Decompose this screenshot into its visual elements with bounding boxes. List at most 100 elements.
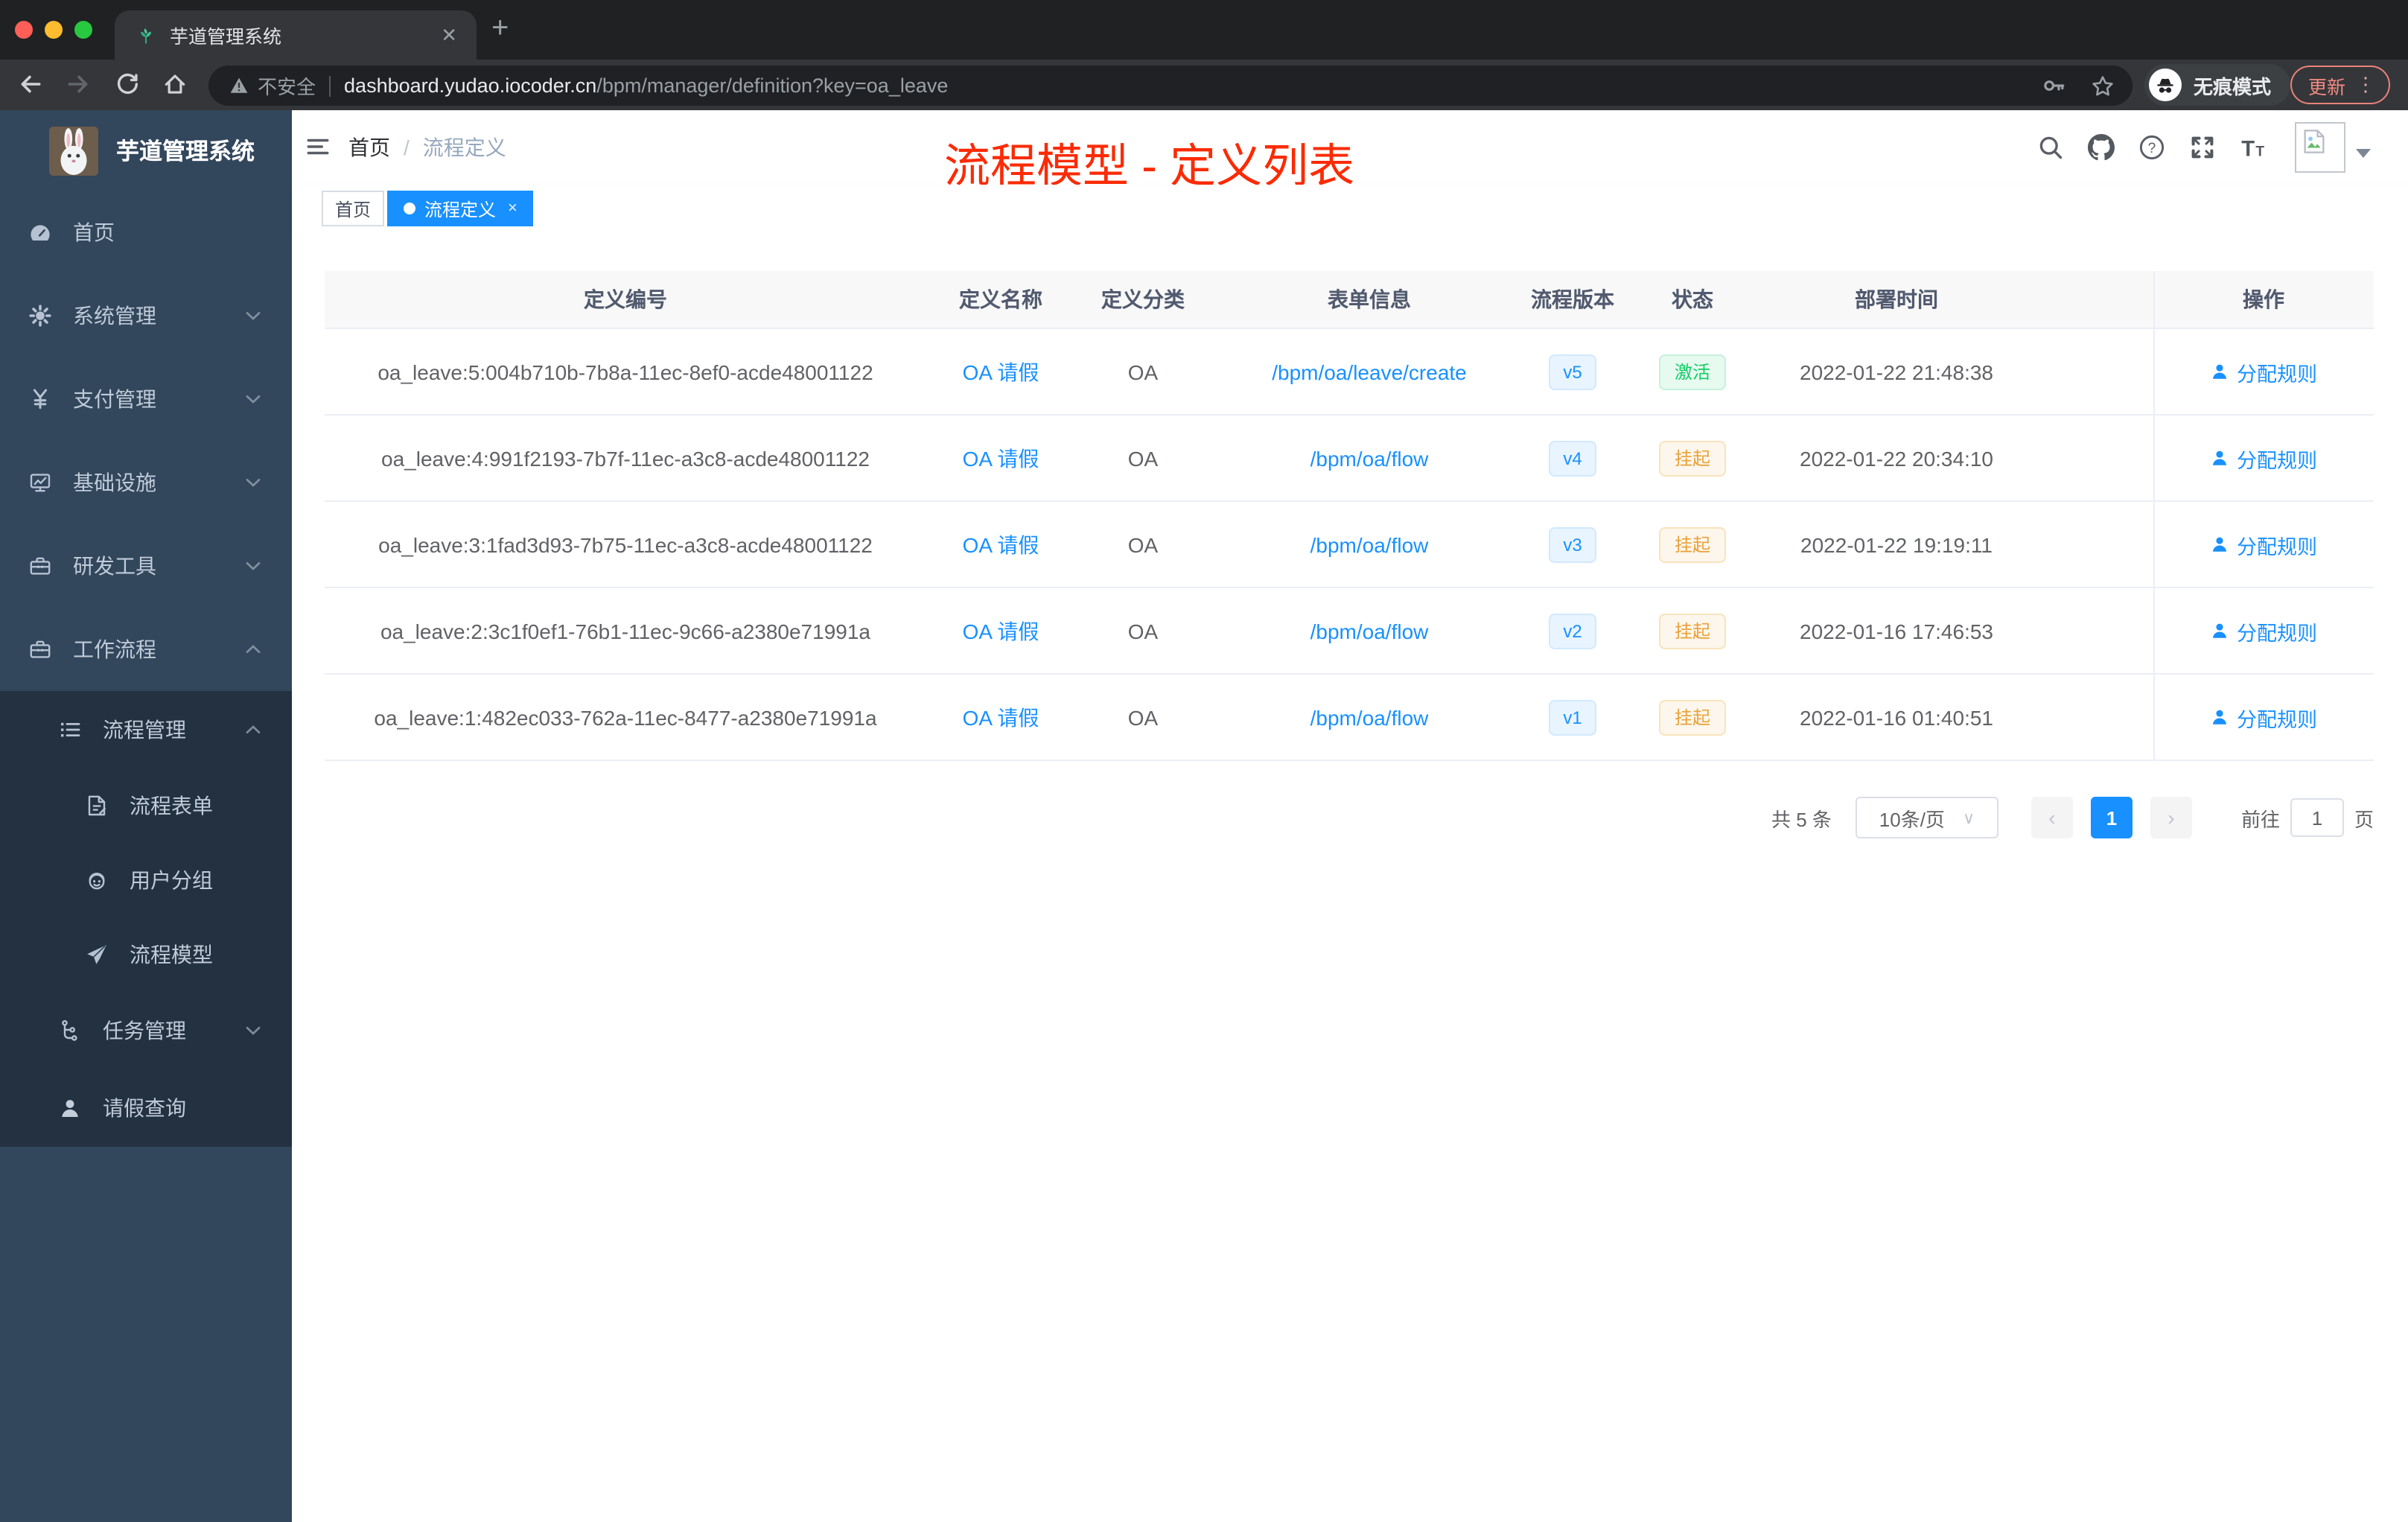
definition-table: 定义编号 定义名称 定义分类 表单信息 流程版本 状态 部署时间 操作 oa_l…: [325, 271, 2374, 761]
github-icon[interactable]: [2088, 134, 2115, 161]
home-icon[interactable]: [162, 71, 188, 97]
sidebar-item-label: 首页: [73, 220, 115, 244]
avatar-caret-icon[interactable]: [2356, 149, 2371, 158]
goto-page-input[interactable]: [2290, 798, 2344, 837]
robot-icon: [85, 868, 109, 892]
forward-icon[interactable]: [66, 71, 91, 97]
app-title: 芋道管理系统: [116, 140, 255, 165]
sidebar-item-workflow[interactable]: 工作流程: [0, 608, 292, 691]
tab-close-icon[interactable]: ✕: [436, 23, 462, 47]
page-size-select[interactable]: 10条/页 ∨: [1855, 797, 1998, 838]
reload-icon[interactable]: [115, 71, 140, 97]
fixed-column-divider: [2153, 271, 2155, 761]
hamburger-icon[interactable]: [305, 134, 331, 159]
tag-process-definition[interactable]: 流程定义 ×: [387, 191, 534, 226]
active-dot-icon: [404, 203, 415, 214]
col-header: 状态: [1672, 287, 1713, 311]
pagination: 共 5 条 10条/页 ∨ ‹ 1 › 前往 页: [1771, 797, 2374, 838]
sidebar-item-leave-query[interactable]: 请假查询: [0, 1069, 292, 1147]
assign-rule-link[interactable]: 分配规则: [2210, 702, 2317, 732]
help-icon[interactable]: ?: [2138, 134, 2165, 161]
table-header-row: 定义编号 定义名称 定义分类 表单信息 流程版本 状态 部署时间 操作: [325, 271, 2374, 329]
window-minimize-button[interactable]: [45, 21, 63, 39]
table-row: oa_leave:2:3c1f0ef1-76b1-11ec-9c66-a2380…: [325, 588, 2374, 675]
list-icon: [58, 718, 82, 742]
password-key-icon[interactable]: [2042, 73, 2067, 98]
app-logo: 芋道管理系统: [0, 110, 292, 191]
definition-category: OA: [1127, 532, 1159, 556]
sidebar-item-process-model[interactable]: 流程模型: [0, 917, 292, 992]
window-close-button[interactable]: [15, 21, 33, 39]
definition-category: OA: [1127, 705, 1159, 729]
svg-text:?: ?: [2148, 141, 2156, 156]
breadcrumb: 首页 / 流程定义: [348, 110, 506, 185]
dashboard-icon: [28, 220, 52, 244]
address-bar[interactable]: 不安全 dashboard.yudao.iocoder.cn/bpm/manag…: [208, 66, 2133, 106]
sidebar-item-label: 研发工具: [73, 554, 156, 578]
deploy-time: 2022-01-16 17:46:53: [1800, 619, 1993, 643]
assign-rule-link[interactable]: 分配规则: [2210, 357, 2317, 386]
assign-rule-link[interactable]: 分配规则: [2210, 443, 2317, 473]
browser-tabstrip: 芋道管理系统 ✕ +: [0, 0, 2408, 60]
search-icon[interactable]: [2037, 134, 2064, 161]
table-row: oa_leave:1:482ec033-762a-11ec-8477-a2380…: [325, 675, 2374, 761]
definition-name-link[interactable]: OA 请假: [963, 360, 1039, 383]
definition-id: oa_leave:5:004b710b-7b8a-11ec-8ef0-acde4…: [378, 360, 873, 383]
status-badge: 挂起: [1659, 699, 1725, 735]
form-link[interactable]: /bpm/oa/flow: [1310, 619, 1429, 643]
definition-name-link[interactable]: OA 请假: [963, 705, 1039, 729]
text-size-icon[interactable]: TT: [2240, 134, 2267, 161]
sidebar-item-payment[interactable]: 支付管理: [0, 357, 292, 441]
chevron-up-icon: [241, 637, 265, 661]
browser-update-button[interactable]: 更新 ⋮: [2290, 66, 2391, 104]
col-header: 表单信息: [1328, 287, 1411, 311]
sidebar-item-label: 基础设施: [73, 471, 156, 494]
assign-rule-link[interactable]: 分配规则: [2210, 616, 2317, 646]
definition-id: oa_leave:2:3c1f0ef1-76b1-11ec-9c66-a2380…: [380, 619, 870, 643]
form-link[interactable]: /bpm/oa/flow: [1310, 532, 1429, 556]
tag-home[interactable]: 首页: [322, 191, 385, 226]
sidebar-item-home[interactable]: 首页: [0, 191, 292, 274]
definition-name-link[interactable]: OA 请假: [963, 619, 1039, 643]
form-icon: [85, 794, 109, 818]
bookmark-star-icon[interactable]: [2091, 74, 2115, 98]
tag-close-icon[interactable]: ×: [508, 200, 517, 217]
new-tab-button[interactable]: +: [491, 12, 509, 46]
assign-rule-link[interactable]: 分配规则: [2210, 529, 2317, 559]
definition-name-link[interactable]: OA 请假: [963, 446, 1039, 470]
fullscreen-icon[interactable]: [2189, 134, 2216, 161]
form-link[interactable]: /bpm/oa/flow: [1310, 705, 1429, 729]
security-label: 不安全: [258, 76, 316, 98]
sidebar-item-process-form[interactable]: 流程表单: [0, 768, 292, 843]
back-icon[interactable]: [18, 71, 43, 97]
page-content: 定义编号 定义名称 定义分类 表单信息 流程版本 状态 部署时间 操作 oa_l…: [292, 234, 2408, 1522]
logo-avatar: [49, 126, 98, 175]
definition-category: OA: [1127, 360, 1159, 383]
definition-name-link[interactable]: OA 请假: [963, 532, 1039, 556]
tab-title: 芋道管理系统: [170, 27, 282, 48]
sidebar-item-process-management[interactable]: 流程管理: [0, 691, 292, 768]
browser-toolbar: 不安全 dashboard.yudao.iocoder.cn/bpm/manag…: [0, 60, 2408, 110]
sidebar-item-infrastructure[interactable]: 基础设施: [0, 441, 292, 524]
next-page-button[interactable]: ›: [2150, 797, 2192, 838]
breadcrumb-home[interactable]: 首页: [348, 133, 390, 162]
svg-text:T: T: [2241, 137, 2255, 161]
form-link[interactable]: /bpm/oa/flow: [1310, 446, 1429, 470]
chevron-down-icon: [241, 1019, 265, 1042]
sidebar-item-devtools[interactable]: 研发工具: [0, 524, 292, 608]
prev-page-button[interactable]: ‹: [2030, 797, 2073, 838]
app-header: 首页 / 流程定义 流程模型 - 定义列表 ? TT: [292, 110, 2408, 191]
sidebar-menu: 首页 系统管理 支付管理 基础设施 研发工具 工作流程 流程管理 流程表单 用户…: [0, 191, 292, 1147]
browser-tab[interactable]: 芋道管理系统 ✕: [115, 10, 477, 60]
deploy-time: 2022-01-22 20:34:10: [1800, 446, 1993, 470]
version-badge: v3: [1548, 526, 1597, 562]
form-link[interactable]: /bpm/oa/leave/create: [1272, 360, 1467, 383]
avatar[interactable]: [2295, 122, 2345, 173]
sidebar-item-label: 工作流程: [73, 637, 156, 661]
sidebar-item-task-management[interactable]: 任务管理: [0, 992, 292, 1069]
sidebar-item-system[interactable]: 系统管理: [0, 274, 292, 357]
browser-menu-dots-icon[interactable]: ⋮: [2356, 73, 2375, 97]
window-zoom-button[interactable]: [74, 21, 92, 39]
sidebar-item-user-group[interactable]: 用户分组: [0, 843, 292, 917]
current-page-button[interactable]: 1: [2090, 797, 2133, 838]
